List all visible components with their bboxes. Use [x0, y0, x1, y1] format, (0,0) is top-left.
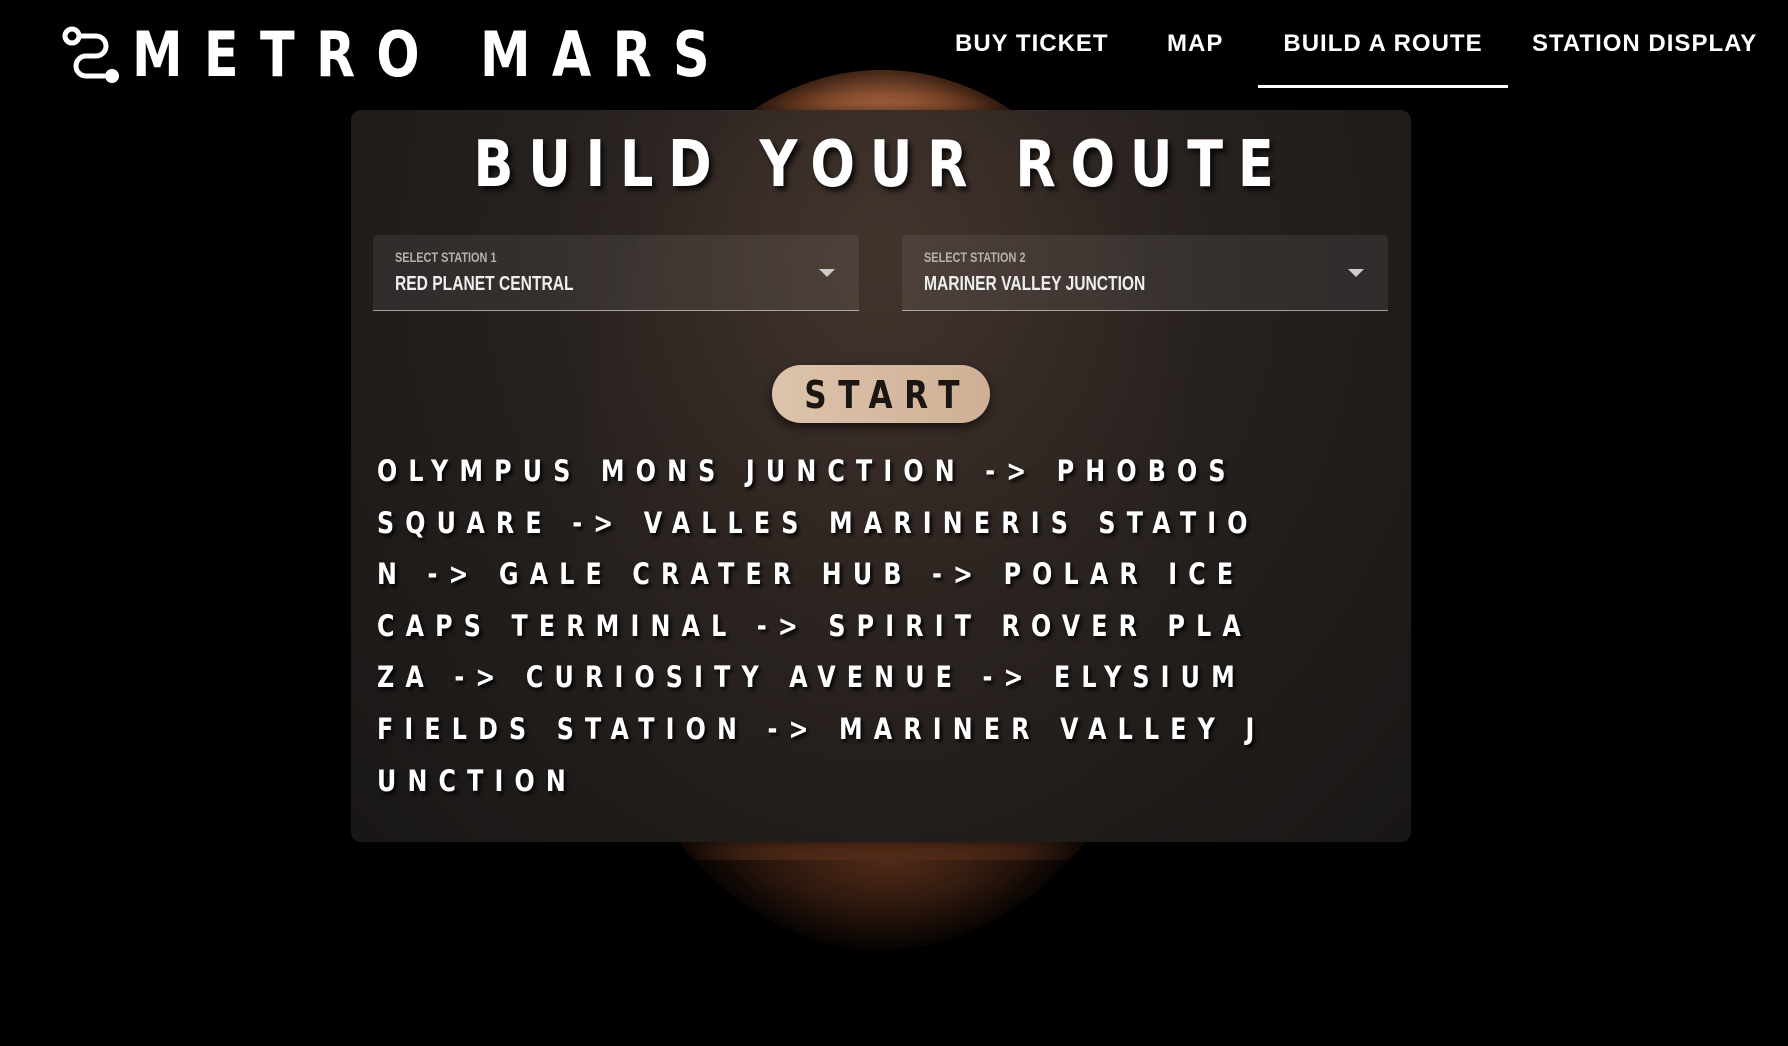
- route-result: OLYMPUS MONS JUNCTION -> PHOBOS SQUARE -…: [377, 454, 1266, 798]
- station-2-label: SELECT STATION 2: [924, 249, 1026, 265]
- station-1-value: RED PLANET CENTRAL: [395, 273, 574, 295]
- chevron-down-icon: [1348, 269, 1364, 277]
- nav-build-a-route[interactable]: BUILD A ROUTE: [1258, 0, 1508, 88]
- station-1-label: SELECT STATION 1: [395, 249, 497, 265]
- start-button-label: START: [804, 373, 971, 417]
- route-builder-card: BUILD YOUR ROUTE SELECT STATION 1 RED PL…: [351, 110, 1411, 842]
- nav-map[interactable]: MAP: [1167, 0, 1247, 86]
- main-nav: BUY TICKET MAP BUILD A ROUTE STATION DIS…: [0, 0, 1788, 90]
- planet-shadow: [560, 860, 1220, 1000]
- page-title: BUILD YOUR ROUTE: [473, 128, 1289, 202]
- nav-station-display[interactable]: STATION DISPLAY: [1532, 0, 1788, 86]
- top-header: METRO MARS BUY TICKET MAP BUILD A ROUTE …: [0, 0, 1788, 90]
- station-2-value: MARINER VALLEY JUNCTION: [924, 273, 1146, 295]
- station-1-select[interactable]: SELECT STATION 1 RED PLANET CENTRAL: [373, 235, 859, 311]
- station-2-select[interactable]: SELECT STATION 2 MARINER VALLEY JUNCTION: [902, 235, 1388, 311]
- start-button[interactable]: START: [772, 365, 990, 423]
- chevron-down-icon: [819, 269, 835, 277]
- nav-buy-ticket[interactable]: BUY TICKET: [955, 0, 1115, 86]
